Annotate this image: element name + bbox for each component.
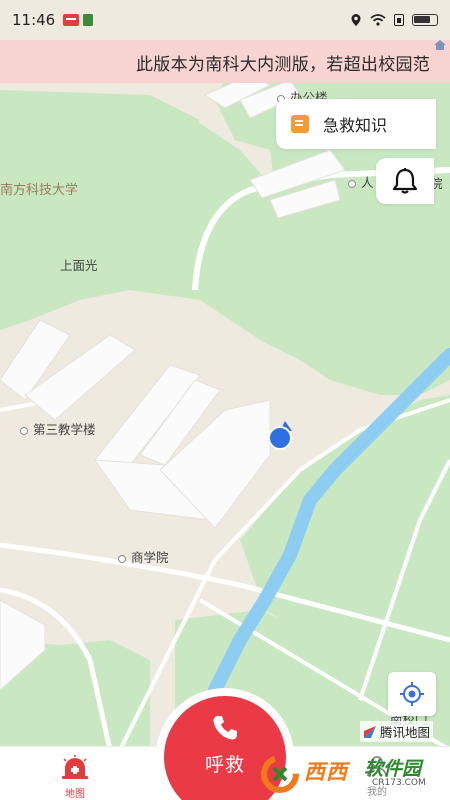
poi-label: 人 — [361, 175, 374, 190]
sim-status-icon — [394, 14, 404, 26]
map-provider-label: 腾讯地图 — [380, 725, 431, 740]
poi-dot-icon — [118, 554, 126, 563]
site-watermark: 西西 软件园 CR173.COM — [254, 752, 450, 796]
sos-label: 呼救 — [204, 754, 245, 776]
poi-dot-icon — [20, 426, 28, 435]
watermark-main: 西西 — [304, 760, 348, 784]
notice-banner: 此版本为南科大内测版，若超出校园范 — [0, 40, 450, 83]
status-bar: 11:46 — [0, 0, 450, 40]
poi-label: 商学院 — [131, 550, 169, 565]
locate-me-button[interactable] — [388, 672, 436, 716]
app-notification-icon — [63, 14, 80, 26]
first-aid-knowledge-label: 急救知识 — [323, 116, 388, 135]
tab-map-label: 地图 — [65, 789, 85, 800]
home-icon — [434, 40, 446, 50]
location-status-icon — [351, 14, 361, 26]
phone-icon — [213, 716, 237, 740]
tab-map[interactable]: 地图 — [54, 755, 96, 800]
watermark-sub: CR173.COM — [372, 778, 426, 788]
map-poi-ren[interactable]: 人 — [348, 172, 374, 191]
wifi-icon — [370, 14, 386, 26]
document-icon — [291, 115, 309, 133]
alarm-bell-button[interactable] — [376, 158, 434, 204]
status-time: 11:46 — [12, 11, 56, 29]
map-label-campus: 南方科技大学 — [0, 183, 79, 198]
map-provider-logo: 腾讯地图 — [360, 721, 434, 742]
banner-text: 此版本为南科大内测版，若超出校园范 — [136, 55, 431, 75]
status-notification-icons — [63, 14, 94, 26]
first-aid-knowledge-button[interactable]: 急救知识 — [276, 99, 436, 149]
status-system-icons — [350, 14, 438, 26]
tencent-map-icon — [364, 725, 376, 738]
map-poi-business[interactable]: 商学院 — [118, 547, 169, 566]
watermark-secondary: 软件园 — [364, 758, 422, 780]
poi-dot-icon — [348, 179, 356, 188]
user-location-icon — [268, 421, 292, 450]
map-label-shangmianguang: 上面光 — [60, 258, 98, 273]
battery-icon — [412, 14, 438, 26]
siren-icon — [62, 755, 88, 779]
poi-label: 第三教学楼 — [33, 422, 96, 437]
sim-icon — [83, 14, 94, 26]
bell-icon — [392, 168, 418, 194]
map-poi-teaching3[interactable]: 第三教学楼 — [20, 419, 96, 438]
locate-icon — [400, 682, 424, 706]
